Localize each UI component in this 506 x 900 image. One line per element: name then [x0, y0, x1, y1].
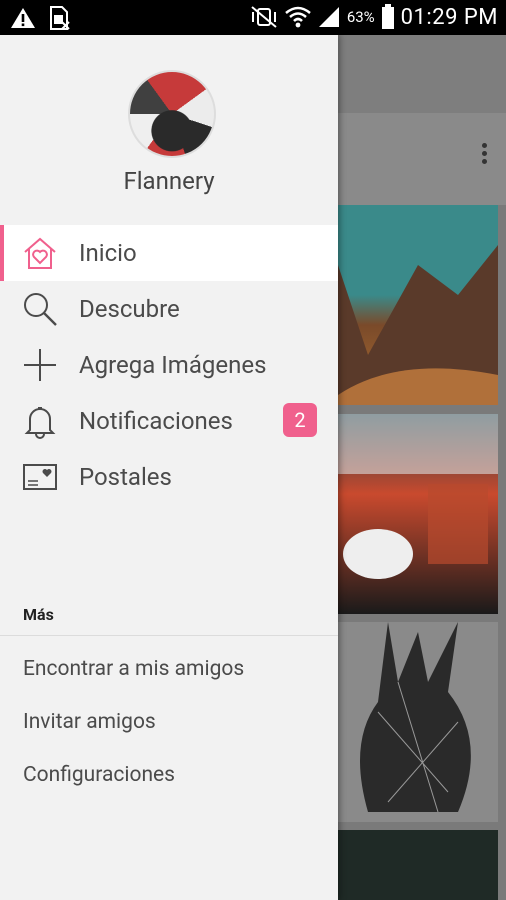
- invite-friends-link[interactable]: Invitar amigos: [0, 695, 338, 748]
- menu-item-inicio[interactable]: Inicio: [0, 225, 338, 281]
- section-title-mas: Más: [23, 605, 54, 624]
- clock: 01:29 PM: [400, 4, 498, 30]
- battery-percent: 63%: [346, 8, 375, 26]
- app-toolbar: [338, 35, 506, 113]
- warning-icon: [11, 8, 35, 28]
- status-bar: 63% 01:29 PM: [0, 0, 506, 35]
- find-friends-link[interactable]: Encontrar a mis amigos: [0, 642, 338, 695]
- postcard-icon: [23, 464, 57, 490]
- menu-item-descubre[interactable]: Descubre: [0, 281, 338, 337]
- menu-item-agrega-imagenes[interactable]: Agrega Imágenes: [0, 337, 338, 393]
- vibrate-mute-icon: [251, 6, 277, 28]
- menu-item-label: Notificaciones: [79, 407, 233, 435]
- navigation-drawer: Flannery Inicio Descubre Agrega Imágenes…: [0, 35, 338, 900]
- home-heart-icon: [24, 237, 56, 269]
- sim-card-icon: [50, 6, 70, 30]
- plus-icon: [24, 349, 56, 381]
- menu-item-label: Agrega Imágenes: [79, 351, 267, 379]
- menu-item-label: Inicio: [79, 239, 137, 267]
- search-icon: [24, 293, 57, 326]
- menu-item-label: Postales: [79, 463, 172, 491]
- menu-item-notificaciones[interactable]: Notificaciones 2: [0, 393, 338, 449]
- wifi-icon: [285, 6, 311, 28]
- feed-image[interactable]: [338, 205, 498, 405]
- battery-icon: [381, 4, 394, 29]
- menu-item-postales[interactable]: Postales: [0, 449, 338, 505]
- settings-link[interactable]: Configuraciones: [0, 748, 338, 801]
- notification-badge: 2: [283, 403, 317, 437]
- feed-image[interactable]: [338, 414, 498, 614]
- menu-item-label: Descubre: [79, 295, 180, 323]
- more-options-icon[interactable]: [478, 140, 490, 168]
- divider: [0, 635, 338, 636]
- signal-icon: [318, 7, 339, 27]
- drawer-menu: Inicio Descubre Agrega Imágenes Notifica…: [0, 225, 338, 505]
- more-list: Encontrar a mis amigos Invitar amigos Co…: [0, 642, 338, 801]
- feed-image[interactable]: [338, 622, 498, 822]
- username: Flannery: [123, 167, 215, 195]
- bell-icon: [24, 407, 56, 439]
- avatar[interactable]: [128, 70, 216, 158]
- feed-image[interactable]: [338, 830, 498, 900]
